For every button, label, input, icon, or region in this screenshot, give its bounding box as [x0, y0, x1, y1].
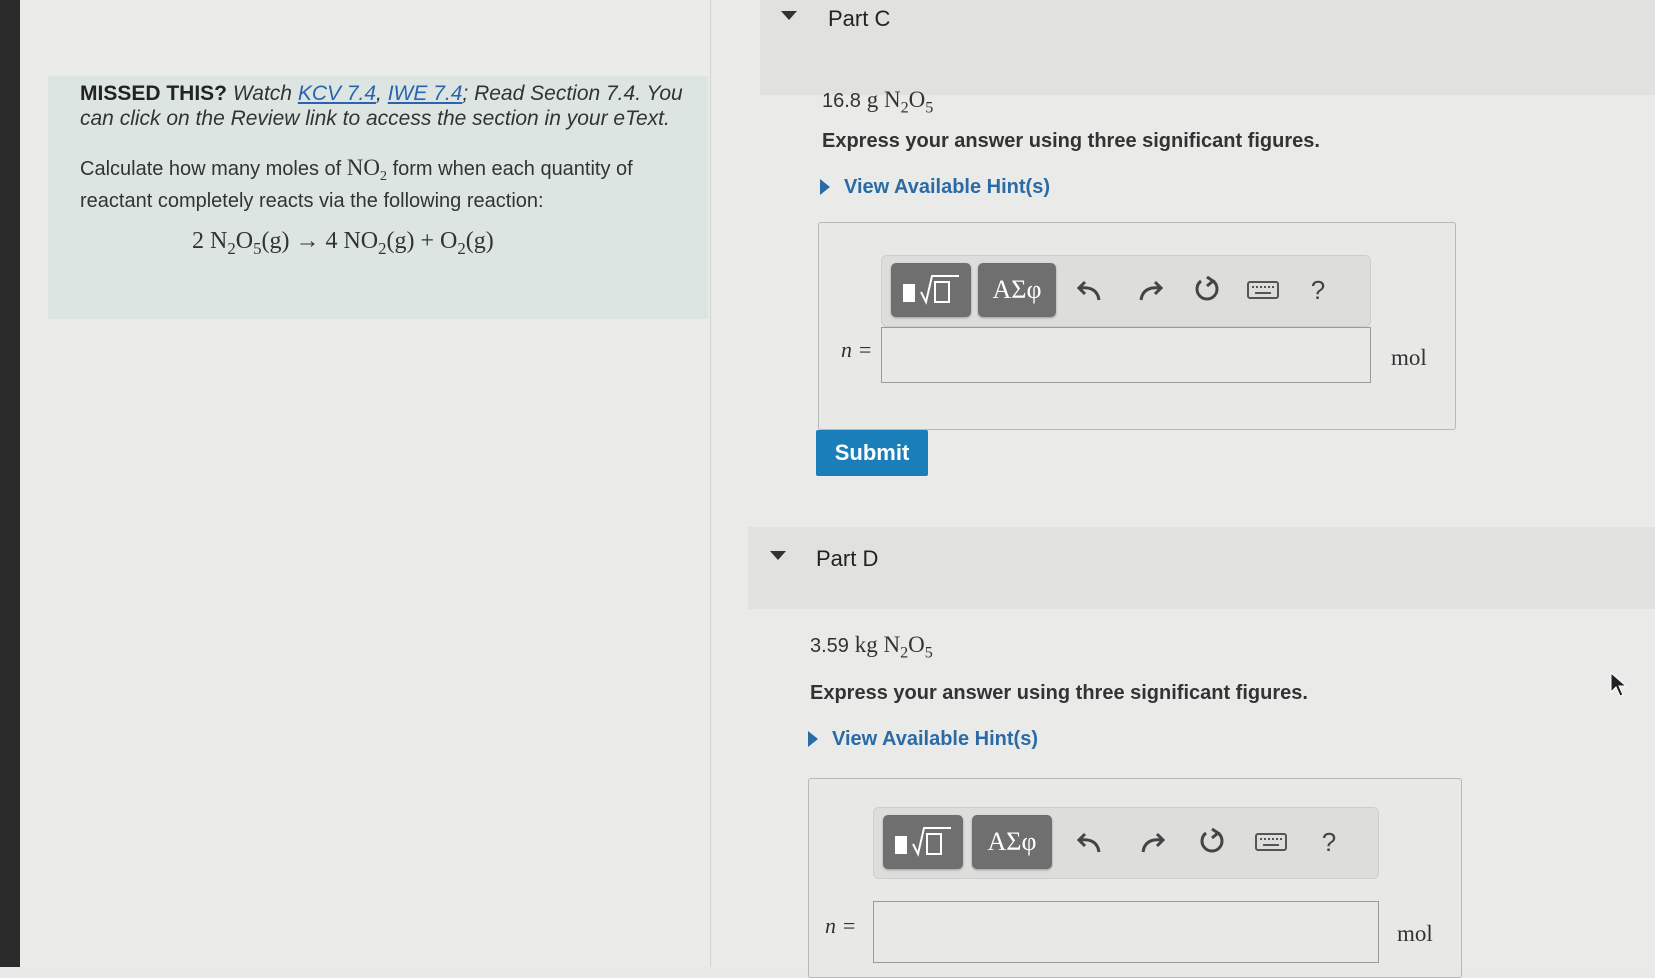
- part-d-instruction: Express your answer using three signific…: [810, 682, 1308, 704]
- eq-sub: 2: [227, 238, 236, 258]
- comma-text: ,: [376, 82, 388, 105]
- expand-triangle-icon: [820, 179, 830, 195]
- symbols-button[interactable]: ΑΣφ: [972, 815, 1052, 869]
- eq-sub: 2: [457, 238, 466, 258]
- kcv-link[interactable]: KCV 7.4: [298, 82, 376, 105]
- missed-this-label: MISSED THIS?: [80, 82, 228, 105]
- part-c-unit: mol: [1391, 345, 1427, 370]
- part-d-qty-sub1: 2: [900, 644, 909, 662]
- part-d-qty-sub2: 5: [924, 644, 933, 662]
- eq-part: (g) + O: [386, 228, 458, 254]
- part-d-title: Part D: [816, 546, 879, 571]
- part-d-variable-label: n =: [825, 913, 857, 938]
- templates-button[interactable]: [883, 815, 963, 869]
- calc-no-sub: 2: [380, 169, 388, 184]
- window-edge: [0, 0, 20, 967]
- part-d-answer-input[interactable]: [873, 901, 1379, 963]
- part-d-hint-label: View Available Hint(s): [832, 728, 1038, 750]
- part-c-qty-sub2: 5: [925, 99, 934, 117]
- part-c-hint-link[interactable]: View Available Hint(s): [820, 176, 1050, 199]
- eq-sub: 2: [378, 238, 387, 258]
- redo-icon[interactable]: [1130, 270, 1168, 310]
- redo-icon[interactable]: [1132, 822, 1170, 862]
- help-icon[interactable]: ?: [1299, 270, 1337, 310]
- eq-part: (g) → 4 NO: [261, 228, 379, 254]
- expand-triangle-icon: [808, 731, 818, 747]
- part-c-qty-o: O: [908, 87, 926, 112]
- part-d-hint-link[interactable]: View Available Hint(s): [808, 728, 1038, 751]
- part-c-submit-button[interactable]: Submit: [816, 430, 928, 476]
- iwe-link[interactable]: IWE 7.4: [388, 82, 463, 105]
- symbols-button[interactable]: ΑΣφ: [978, 263, 1056, 317]
- part-c-hint-label: View Available Hint(s): [844, 176, 1050, 198]
- part-c-answer-input[interactable]: [881, 327, 1371, 383]
- missed-this-text: MISSED THIS? Watch KCV 7.4, IWE 7.4; Rea…: [80, 81, 688, 131]
- reset-icon[interactable]: [1187, 270, 1225, 310]
- part-c-qty-num: 16.8: [822, 90, 861, 112]
- reset-icon[interactable]: [1192, 822, 1230, 862]
- calc-pre: Calculate how many moles of: [80, 158, 347, 180]
- part-d-quantity: 3.59 kg N2O5: [810, 631, 933, 663]
- part-d-collapse-caret-icon[interactable]: [770, 551, 786, 560]
- part-c-answer-box: ΑΣφ ? n = mol: [818, 222, 1456, 430]
- templates-icon: [895, 827, 951, 857]
- keyboard-icon[interactable]: [1252, 822, 1290, 862]
- eq-part: O: [235, 228, 254, 254]
- part-d-unit: mol: [1397, 921, 1433, 946]
- intro-box: MISSED THIS? Watch KCV 7.4, IWE 7.4; Rea…: [48, 76, 708, 319]
- keyboard-icon[interactable]: [1244, 270, 1282, 310]
- eq-part: 2 N: [192, 228, 228, 254]
- undo-icon[interactable]: [1072, 270, 1110, 310]
- calc-no: NO: [346, 155, 381, 180]
- reaction-equation: 2 N2O5(g) → 4 NO2(g) + O2(g): [192, 228, 688, 259]
- part-d-math-toolbar: ΑΣφ ?: [873, 807, 1379, 879]
- part-c-header[interactable]: [760, 0, 1655, 95]
- undo-icon[interactable]: [1072, 822, 1110, 862]
- part-c-variable-label: n =: [841, 337, 873, 362]
- question-stem: Calculate how many moles of NO2 form whe…: [80, 155, 688, 214]
- part-c-quantity: 16.8 g N2O5: [822, 86, 933, 118]
- part-d-header[interactable]: [748, 527, 1655, 609]
- eq-part: (g): [465, 228, 494, 254]
- problem-intro-pane: MISSED THIS? Watch KCV 7.4, IWE 7.4; Rea…: [20, 0, 711, 967]
- help-icon[interactable]: ?: [1310, 822, 1348, 862]
- part-c-title: Part C: [828, 6, 891, 31]
- part-d-qty-unit: kg N: [848, 632, 901, 657]
- part-c-collapse-caret-icon[interactable]: [781, 11, 797, 20]
- part-c-qty-sub1: 2: [900, 99, 909, 117]
- part-c-instruction: Express your answer using three signific…: [822, 130, 1320, 152]
- templates-button[interactable]: [891, 263, 971, 317]
- part-d-qty-o: O: [908, 632, 925, 657]
- part-d-qty-num: 3.59: [810, 635, 849, 657]
- templates-icon: [903, 275, 959, 305]
- part-c-qty-unit: g N: [860, 87, 901, 112]
- part-d-answer-box: ΑΣφ ? n = mol: [808, 778, 1462, 978]
- watch-text: Watch: [227, 82, 298, 105]
- mouse-cursor-icon: [1610, 672, 1628, 697]
- part-c-math-toolbar: ΑΣφ ?: [881, 255, 1371, 327]
